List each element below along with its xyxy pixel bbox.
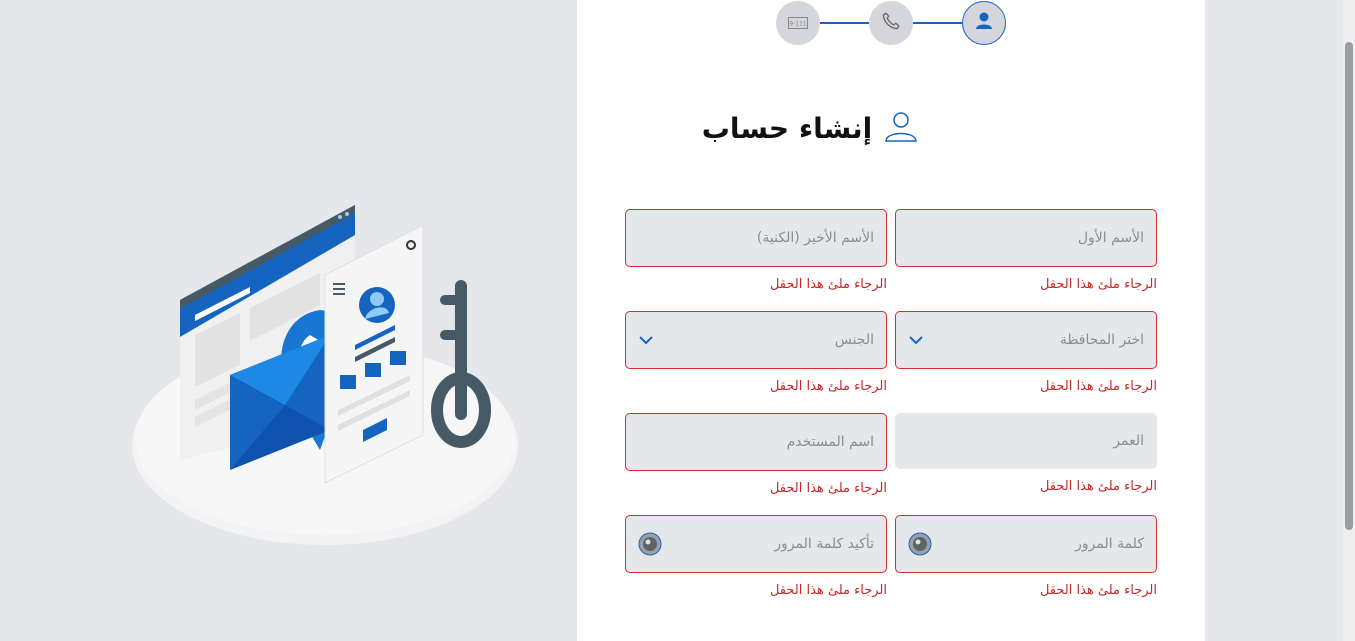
- user-outline-icon: [884, 109, 918, 147]
- first-name-field[interactable]: الأسم الأول: [895, 209, 1157, 267]
- step-connector: [820, 22, 869, 24]
- page-title: إنشاء حساب: [701, 111, 873, 145]
- age-field[interactable]: العمر: [895, 413, 1157, 469]
- password-placeholder: كلمة المرور: [1075, 536, 1144, 552]
- eye-icon[interactable]: [908, 532, 932, 556]
- chevron-down-icon[interactable]: [638, 335, 654, 345]
- governorate-select[interactable]: اختر المحافظة: [895, 311, 1157, 369]
- step-connector: [913, 22, 962, 24]
- age-error: الرجاء ملئ هذا الحقل: [1039, 479, 1157, 494]
- username-placeholder: اسم المستخدم: [786, 434, 874, 450]
- page-scrollbar[interactable]: [1343, 0, 1355, 641]
- scrollbar-thumb[interactable]: [1345, 42, 1353, 530]
- password-field[interactable]: كلمة المرور: [895, 515, 1157, 573]
- phone-icon: [880, 10, 902, 36]
- id-card-icon: 9-111: [788, 14, 808, 33]
- page-heading: إنشاء حساب: [620, 106, 1000, 150]
- username-field[interactable]: اسم المستخدم: [625, 413, 887, 471]
- gender-error: الرجاء ملئ هذا الحقل: [769, 379, 887, 394]
- confirm-password-field[interactable]: تأكيد كلمة المرور: [625, 515, 887, 573]
- signup-illustration: [125, 195, 525, 555]
- age-placeholder: العمر: [1113, 433, 1144, 449]
- gender-placeholder: الجنس: [834, 332, 874, 348]
- last-name-field[interactable]: الأسم الأخير (الكنية): [625, 209, 887, 267]
- username-error: الرجاء ملئ هذا الحقل: [769, 481, 887, 496]
- eye-icon[interactable]: [638, 532, 662, 556]
- chevron-down-icon[interactable]: [908, 335, 924, 345]
- governorate-placeholder: اختر المحافظة: [1059, 332, 1144, 348]
- password-error: الرجاء ملئ هذا الحقل: [1039, 583, 1157, 598]
- first-name-error: الرجاء ملئ هذا الحقل: [1039, 277, 1157, 292]
- last-name-error: الرجاء ملئ هذا الحقل: [769, 277, 887, 292]
- gender-select[interactable]: الجنس: [625, 311, 887, 369]
- user-icon: [974, 11, 994, 35]
- step-user[interactable]: [962, 1, 1006, 45]
- confirm-password-placeholder: تأكيد كلمة المرور: [774, 536, 874, 552]
- confirm-password-error: الرجاء ملئ هذا الحقل: [769, 583, 887, 598]
- svg-text:9-111: 9-111: [789, 20, 807, 27]
- signup-stepper: 9-111: [776, 1, 1006, 46]
- first-name-placeholder: الأسم الأول: [1077, 230, 1144, 246]
- governorate-error: الرجاء ملئ هذا الحقل: [1039, 379, 1157, 394]
- last-name-placeholder: الأسم الأخير (الكنية): [756, 230, 874, 246]
- step-id-card[interactable]: 9-111: [776, 1, 820, 45]
- step-phone[interactable]: [869, 1, 913, 45]
